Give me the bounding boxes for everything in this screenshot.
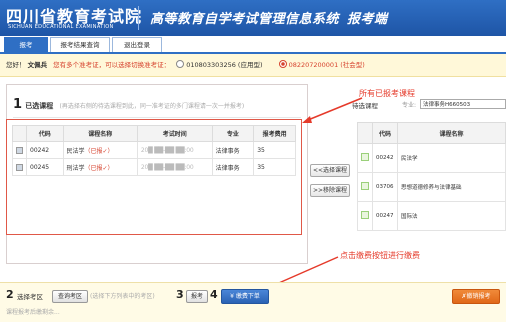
system-title: 高等教育自学考试管理信息系统 报考端	[150, 8, 388, 27]
cancel-registration-button[interactable]: ✗撤销报考	[452, 289, 500, 304]
course-name: 民法学	[66, 147, 85, 155]
step-number-2: 2	[6, 288, 14, 301]
action-bar: 2 选择考区 查询考区 (选择下方列表中的考区) 3 报考 4 ¥ 缴费下单 ✗…	[0, 282, 506, 322]
major-select[interactable]: 法律事务H660503	[420, 99, 506, 109]
pay-order-button[interactable]: ¥ 缴费下单	[221, 289, 269, 304]
step-number-4: 4	[210, 288, 218, 301]
query-area-button[interactable]: 查询考区	[52, 290, 88, 303]
bottom-hint: 课程报考后缴剩余...	[6, 309, 60, 316]
course-name: 国际法	[397, 201, 506, 231]
row-checkbox[interactable]	[16, 146, 23, 154]
table-header-row: 代码 课程名称 考试时间 专业 报考费用	[12, 125, 296, 142]
header-divider	[138, 6, 139, 30]
selected-courses-table: 代码 课程名称 考试时间 专业 报考费用 00242 民法学（已报✓） 20█ …	[12, 125, 296, 176]
greeting-bar: 您好！ 文佩兵 您有多个准考证，可以选择切换准考证： 010803303256 …	[0, 54, 506, 77]
course-code: 03706	[372, 172, 398, 202]
choose-area-hint: (选择下方列表中的考区)	[90, 293, 155, 300]
col-code: 代码	[26, 125, 64, 142]
registered-status: （已报✓）	[84, 147, 114, 155]
candidate-courses-label: 待选课程	[352, 102, 378, 110]
col-major: 专业	[211, 125, 255, 142]
table-row[interactable]: 00242 民法学	[357, 143, 506, 173]
course-major: 法律事务	[211, 158, 255, 176]
candidate-courses-table: 代码 课程名称 00242 民法学 03706 思想道德修养与法律基础 0024…	[357, 122, 506, 231]
multi-ticket-note: 您有多个准考证，可以选择切换准考证：	[53, 61, 171, 69]
table-header-row: 代码 课程名称	[357, 122, 506, 144]
col-course-name: 课程名称	[397, 122, 506, 144]
tab-result-query[interactable]: 报考结果查询	[50, 37, 110, 52]
table-row[interactable]: 00247 国际法	[357, 201, 506, 231]
nav-tabs: 报考 报考结果查询 退出登录	[0, 36, 506, 54]
panel-divider	[13, 117, 301, 118]
exam-time: 20█ ██-██ ██:00	[136, 158, 213, 176]
tab-logout[interactable]: 退出登录	[112, 37, 162, 52]
system-title-text: 高等教育自学考试管理信息系统	[150, 12, 340, 27]
header-banner: 四川省教育考试院 SICHUAN EDUCATIONAL EXAMINATION…	[0, 0, 506, 36]
course-name: 思想道德修养与法律基础	[397, 172, 506, 202]
ticket-radio-1[interactable]	[176, 60, 185, 68]
registered-status: （已报✓）	[84, 164, 114, 172]
row-checkbox[interactable]	[361, 211, 369, 219]
selected-courses-label: 已选课程	[25, 102, 54, 110]
table-row[interactable]: 00242 民法学（已报✓） 20█ ██-██ ██:00 法律事务 35	[12, 141, 296, 159]
ticket-radio-2[interactable]	[278, 60, 287, 68]
remove-course-button[interactable]: >>移除课程	[310, 184, 350, 197]
step-number-1: 1	[13, 97, 23, 112]
col-code: 代码	[372, 122, 398, 144]
choose-area-label: 选择考区	[17, 293, 43, 301]
checkbox-column-header	[12, 125, 27, 142]
select-course-button[interactable]: <<选择课程	[310, 164, 350, 177]
row-checkbox[interactable]	[16, 163, 23, 171]
course-code: 00242	[372, 143, 398, 173]
tab-register[interactable]: 报考	[4, 37, 48, 52]
greeting-hello: 您好！	[6, 61, 26, 69]
ticket-option-1[interactable]: 010803303256 (应用型)	[186, 61, 262, 69]
course-code: 00242	[26, 141, 64, 159]
selected-courses-hint: (再选择右侧的待选课程到此，同一准考证的多门课程请一次一并报考)	[59, 103, 245, 110]
course-name-cell: 民法学（已报✓）	[62, 141, 138, 159]
table-row[interactable]: 03706 思想道德修养与法律基础	[357, 172, 506, 202]
course-fee: 35	[253, 158, 296, 176]
exam-time: 20█ ██-██ ██:00	[136, 141, 213, 159]
row-checkbox[interactable]	[361, 153, 369, 161]
register-button[interactable]: 报考	[186, 290, 208, 303]
selected-courses-heading: 1 已选课程 (再选择右侧的待选课程到此，同一准考证的多门课程请一次一并报考)	[13, 97, 244, 112]
user-name: 文佩兵	[27, 61, 48, 69]
course-name: 民法学	[397, 143, 506, 173]
course-code: 00245	[26, 158, 64, 176]
checkbox-column-header	[357, 122, 373, 144]
ticket-option-2[interactable]: 082207200001 (社会型)	[289, 61, 365, 69]
col-exam-time: 考试时间	[136, 125, 213, 142]
step-number-3: 3	[176, 288, 184, 301]
col-course-name: 课程名称	[62, 125, 138, 142]
table-row[interactable]: 00245 刑法学（已报✓） 20█ ██-██ ██:00 法律事务 35	[12, 158, 296, 176]
logo-subtitle: SICHUAN EDUCATIONAL EXAMINATION	[8, 24, 114, 30]
col-fee: 报考费用	[253, 125, 296, 142]
course-name: 刑法学	[66, 164, 85, 172]
row-checkbox[interactable]	[361, 182, 369, 190]
course-code: 00247	[372, 201, 398, 231]
course-fee: 35	[253, 141, 296, 159]
major-label: 专业:	[402, 102, 417, 109]
annotation-click-pay: 点击缴费按钮进行缴费	[340, 251, 420, 260]
course-name-cell: 刑法学（已报✓）	[62, 158, 138, 176]
system-title-suffix: 报考端	[347, 12, 388, 27]
course-major: 法律事务	[211, 141, 255, 159]
